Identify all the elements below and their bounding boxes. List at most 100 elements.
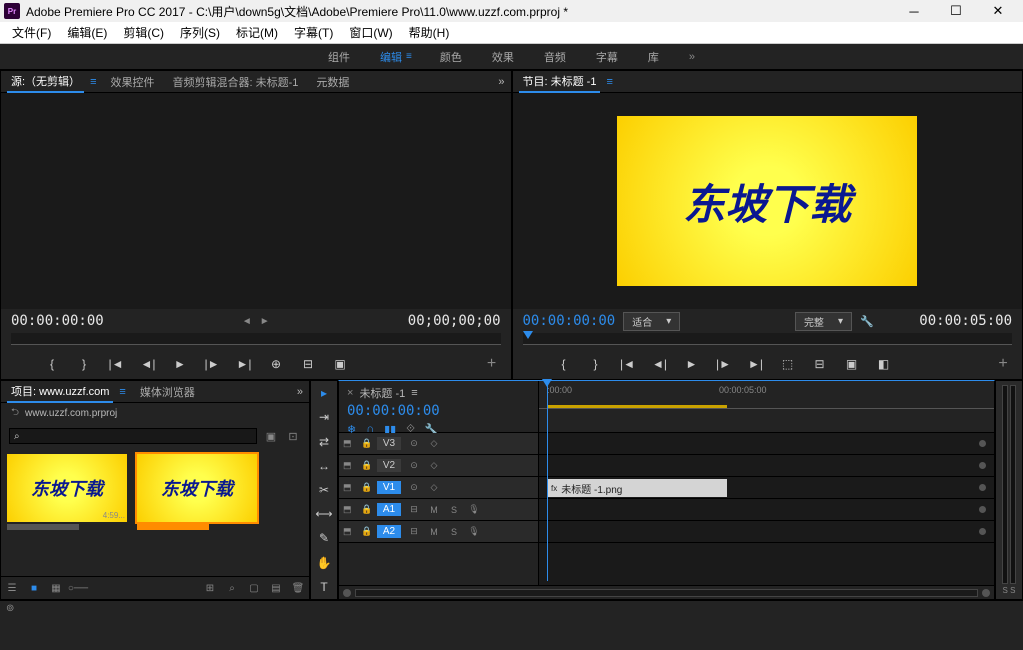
go-out-icon[interactable]: ►| <box>235 355 253 373</box>
source-ruler[interactable] <box>11 333 501 345</box>
tab-effect-controls[interactable]: 效果控件 <box>106 72 158 92</box>
button-editor-icon[interactable]: + <box>994 355 1012 373</box>
export-frame-icon[interactable]: ▣ <box>843 355 861 373</box>
track-name[interactable]: V3 <box>377 437 401 450</box>
lock-icon[interactable]: 🔒 <box>361 504 371 515</box>
audio-meter-left[interactable] <box>1002 385 1008 584</box>
slip-tool-icon[interactable]: ⟷ <box>314 506 334 522</box>
audio-icon[interactable]: ⊟ <box>407 504 421 515</box>
go-in-icon[interactable]: |◄ <box>619 355 637 373</box>
workspace-libraries[interactable]: 库 <box>648 49 659 65</box>
workspace-overflow[interactable]: » <box>689 51 695 63</box>
tab-source[interactable]: 源:（无剪辑） <box>7 71 84 93</box>
menu-window[interactable]: 窗口(W) <box>341 22 400 43</box>
keyframe-dot[interactable] <box>979 528 986 535</box>
menu-clip[interactable]: 剪辑(C) <box>115 22 172 43</box>
timeline-ruler[interactable]: :00:00 00:00:05:00 <box>539 385 994 409</box>
thumbnail-view-icon[interactable]: ■ <box>27 581 41 595</box>
program-tc-current[interactable]: 00:00:00:00 <box>523 313 616 329</box>
solo-button[interactable]: S <box>447 527 461 537</box>
extract-icon[interactable]: ⊟ <box>811 355 829 373</box>
track-header-a2[interactable]: ⬒ 🔒 A2 ⊟ M S 🎙 <box>339 521 538 543</box>
ripple-tool-icon[interactable]: ⇄ <box>314 433 334 449</box>
playhead-icon[interactable] <box>523 331 533 339</box>
track-name[interactable]: V1 <box>377 481 401 494</box>
hand-tool-icon[interactable]: ✋ <box>314 555 334 571</box>
track-toggle-icon[interactable]: ⬒ <box>343 482 355 493</box>
mute-button[interactable]: M <box>427 527 441 537</box>
mark-in-icon[interactable]: { <box>555 355 573 373</box>
workspace-effects[interactable]: 效果 <box>492 49 514 65</box>
minimize-button[interactable]: ─ <box>893 0 935 22</box>
menu-help[interactable]: 帮助(H) <box>401 22 458 43</box>
play-icon[interactable]: ► <box>683 355 701 373</box>
record-icon[interactable]: 🎙 <box>467 526 481 537</box>
output-icon[interactable]: ◇ <box>427 482 441 493</box>
go-in-icon[interactable]: |◄ <box>107 355 125 373</box>
mute-button[interactable]: M <box>427 505 441 515</box>
workspace-audio[interactable]: 音频 <box>544 49 566 65</box>
bin-item[interactable]: 东坡下载4:59... <box>7 454 127 570</box>
workspace-color[interactable]: 颜色 <box>440 49 462 65</box>
zoom-select[interactable]: 适合▾ <box>623 312 680 331</box>
menu-marker[interactable]: 标记(M) <box>228 22 286 43</box>
bin-item[interactable]: 东坡下载 <box>137 454 257 570</box>
output-icon[interactable]: ◇ <box>427 460 441 471</box>
mark-out-icon[interactable]: } <box>587 355 605 373</box>
insert-icon[interactable]: ⊕ <box>267 355 285 373</box>
track-toggle-icon[interactable]: ⬒ <box>343 460 355 471</box>
lock-icon[interactable]: 🔒 <box>361 460 371 471</box>
source-fit-prev[interactable]: ◄ <box>242 316 252 327</box>
record-icon[interactable]: 🎙 <box>467 504 481 515</box>
timeline-playhead[interactable] <box>547 381 548 581</box>
eye-icon[interactable]: ⊙ <box>407 460 421 471</box>
audio-meter-right[interactable] <box>1010 385 1016 584</box>
workspace-editing[interactable]: 编辑≡ <box>380 49 410 65</box>
bin-thumbnail[interactable]: 东坡下载4:59... <box>7 454 127 522</box>
menu-file[interactable]: 文件(F) <box>4 22 59 43</box>
quality-select[interactable]: 完整▾ <box>795 312 852 331</box>
step-fwd-icon[interactable]: |► <box>715 355 733 373</box>
menu-title[interactable]: 字幕(T) <box>286 22 341 43</box>
sync-icon[interactable]: ⊚ <box>6 603 14 614</box>
freeform-view-icon[interactable]: ▦ <box>49 581 63 595</box>
find-icon[interactable]: ⌕ <box>225 581 239 595</box>
tab-media-browser[interactable]: 媒体浏览器 <box>136 382 199 402</box>
close-button[interactable]: ✕ <box>977 0 1019 22</box>
keyframe-dot[interactable] <box>979 462 986 469</box>
folder-back-icon[interactable]: ⮌ <box>11 405 19 422</box>
program-ruler[interactable] <box>523 333 1013 345</box>
tab-audio-mixer[interactable]: 音频剪辑混合器: 未标题-1 <box>168 72 302 92</box>
track-lane-a1[interactable] <box>539 499 994 521</box>
wrench-icon[interactable]: 🔧 <box>860 315 874 328</box>
track-lane-v1[interactable]: fx未标题 -1.png <box>539 477 994 499</box>
razor-tool-icon[interactable]: ✂ <box>314 482 334 498</box>
panel-menu-icon[interactable]: ≡ <box>411 387 417 399</box>
panel-menu-icon[interactable]: ≡ <box>119 386 125 398</box>
track-header-v2[interactable]: ⬒ 🔒 V2 ⊙ ◇ <box>339 455 538 477</box>
track-header-a1[interactable]: ⬒ 🔒 A1 ⊟ M S 🎙 <box>339 499 538 521</box>
lock-icon[interactable]: 🔒 <box>361 438 371 449</box>
source-monitor[interactable] <box>1 93 511 309</box>
pen-tool-icon[interactable]: ✎ <box>314 530 334 546</box>
bin-thumbnail[interactable]: 东坡下载 <box>137 454 257 522</box>
close-sequence-icon[interactable]: × <box>347 387 353 399</box>
maximize-button[interactable]: ☐ <box>935 0 977 22</box>
lock-icon[interactable]: 🔒 <box>361 482 371 493</box>
type-tool-icon[interactable]: T <box>314 579 334 595</box>
track-toggle-icon[interactable]: ⬒ <box>343 438 355 449</box>
solo-button[interactable]: S <box>447 505 461 515</box>
zoom-slider[interactable]: ○── <box>71 581 85 595</box>
program-tc-duration[interactable]: 00:00:05:00 <box>919 313 1012 329</box>
eye-icon[interactable]: ⊙ <box>407 438 421 449</box>
panel-menu-icon[interactable]: ≡ <box>90 76 96 88</box>
source-overflow[interactable]: » <box>498 76 504 88</box>
track-lane-a2[interactable] <box>539 521 994 543</box>
new-bin-icon[interactable]: ▢ <box>247 581 261 595</box>
new-bin-icon[interactable]: ⊡ <box>285 428 301 444</box>
auto-seq-icon[interactable]: ⊞ <box>203 581 217 595</box>
keyframe-dot[interactable] <box>979 440 986 447</box>
menu-edit[interactable]: 编辑(E) <box>59 22 115 43</box>
play-icon[interactable]: ► <box>171 355 189 373</box>
step-fwd-icon[interactable]: |► <box>203 355 221 373</box>
